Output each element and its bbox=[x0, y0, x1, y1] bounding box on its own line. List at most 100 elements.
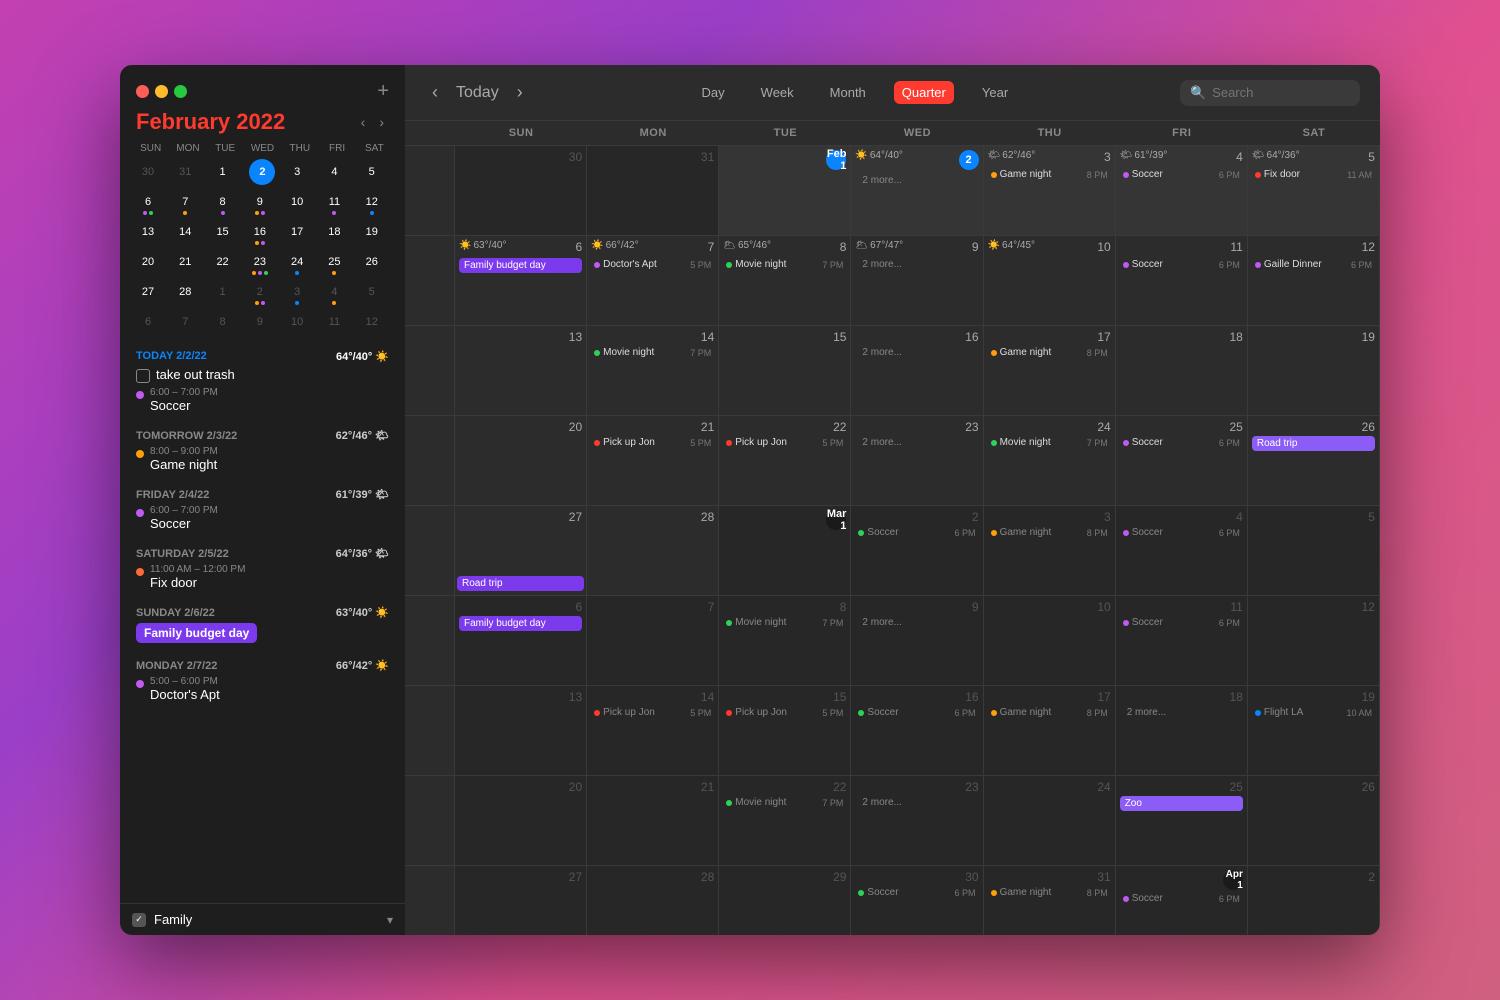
cal-event-docapt-feb7[interactable]: Doctor's Apt 5 PM bbox=[591, 258, 714, 271]
cal-cell-feb6[interactable]: ☀️63°/40° 6 Family budget day bbox=[455, 236, 587, 326]
cal-cell-mar16[interactable]: 16 Soccer 6 PM bbox=[851, 686, 983, 776]
cal-cell-mar3[interactable]: 3 Game night 8 PM bbox=[984, 506, 1116, 596]
cal-cell-feb14[interactable]: 14 Movie night 7 PM bbox=[587, 326, 719, 416]
cal-cell-feb28[interactable]: 28 bbox=[587, 506, 719, 596]
mini-cal-day[interactable]: 25 bbox=[318, 248, 350, 276]
cal-event-soccer-mar16[interactable]: Soccer 6 PM bbox=[855, 706, 978, 719]
family-check[interactable]: ✓ bbox=[132, 913, 146, 927]
family-chevron-icon[interactable]: ▾ bbox=[387, 913, 393, 927]
mini-cal-day[interactable]: 20 bbox=[132, 248, 164, 276]
cal-event-roadtrip-feb26[interactable]: Road trip bbox=[1252, 436, 1375, 451]
cal-event-more-feb23[interactable]: 2 more... bbox=[855, 436, 978, 449]
cal-event-soccer-mar4[interactable]: Soccer 6 PM bbox=[1120, 526, 1243, 539]
cal-cell-feb10[interactable]: ☀️64°/45° 10 bbox=[984, 236, 1116, 326]
mini-cal-day[interactable]: 19 bbox=[356, 218, 388, 246]
cal-event-soccer-mar30[interactable]: Soccer 6 PM bbox=[855, 886, 978, 899]
cal-event-soccer-mar2[interactable]: Soccer 6 PM bbox=[855, 526, 978, 539]
cal-cell-feb22[interactable]: 22 Pick up Jon 5 PM bbox=[719, 416, 851, 506]
mini-cal-day[interactable]: 18 bbox=[318, 218, 350, 246]
agenda-item-gamenight[interactable]: 8:00 – 9:00 PM Game night bbox=[132, 444, 393, 474]
cal-cell-mar11[interactable]: 11 Soccer 6 PM bbox=[1116, 596, 1248, 686]
cal-cell-apr2[interactable]: 2 bbox=[1248, 866, 1380, 935]
mini-cal-day[interactable]: 7 bbox=[169, 188, 201, 216]
cal-event-soccer-feb11[interactable]: Soccer 6 PM bbox=[1120, 258, 1243, 271]
cal-cell-jan31[interactable]: 31 bbox=[587, 146, 719, 236]
mini-cal-day[interactable]: 5 bbox=[356, 158, 388, 186]
agenda-item-doctor[interactable]: 5:00 – 6:00 PM Doctor's Apt bbox=[132, 674, 393, 704]
cal-next-button[interactable]: › bbox=[510, 79, 530, 106]
cal-event-soccer-feb25[interactable]: Soccer 6 PM bbox=[1120, 436, 1243, 449]
cal-event-pickupjon-feb22[interactable]: Pick up Jon 5 PM bbox=[723, 436, 846, 449]
cal-cell-mar25[interactable]: 25 Zoo bbox=[1116, 776, 1248, 866]
mini-cal-day[interactable]: 10 bbox=[281, 308, 313, 336]
mini-cal-day[interactable]: 23 bbox=[244, 248, 276, 276]
cal-cell-feb3[interactable]: 🌤62°/46° 3 Game night 8 PM bbox=[984, 146, 1116, 236]
cal-event-gailledinner-feb12[interactable]: Gaille Dinner 6 PM bbox=[1252, 258, 1375, 271]
sidebar-footer[interactable]: ✓ Family ▾ bbox=[120, 903, 405, 935]
cal-cell-feb7[interactable]: ☀️66°/42° 7 Doctor's Apt 5 PM bbox=[587, 236, 719, 326]
cal-cell-apr1[interactable]: Apr 1 Soccer 6 PM bbox=[1116, 866, 1248, 935]
today-button[interactable]: Today bbox=[449, 81, 506, 105]
cal-event-more-mar18[interactable]: 2 more... bbox=[1120, 706, 1243, 719]
view-year-button[interactable]: Year bbox=[974, 81, 1016, 104]
cal-cell-mar19[interactable]: 19 Flight LA 10 AM bbox=[1248, 686, 1380, 776]
mini-cal-day[interactable]: 28 bbox=[169, 278, 201, 306]
cal-cell-mar30[interactable]: 30 Soccer 6 PM bbox=[851, 866, 983, 935]
cal-event-movienight-mar22[interactable]: Movie night 7 PM bbox=[723, 796, 846, 809]
cal-cell-feb26[interactable]: 26 Road trip bbox=[1248, 416, 1380, 506]
cal-event-gamenight-feb3[interactable]: Game night 8 PM bbox=[988, 168, 1111, 181]
view-quarter-button[interactable]: Quarter bbox=[894, 81, 954, 104]
search-input[interactable] bbox=[1212, 85, 1342, 100]
agenda-item-trash[interactable]: take out trash bbox=[132, 365, 393, 385]
cal-event-pickupjon-feb21[interactable]: Pick up Jon 5 PM bbox=[591, 436, 714, 449]
cal-cell-jan30[interactable]: 30 bbox=[455, 146, 587, 236]
agenda-item-fixdoor[interactable]: 11:00 AM – 12:00 PM Fix door bbox=[132, 562, 393, 592]
cal-cell-feb21[interactable]: 21 Pick up Jon 5 PM bbox=[587, 416, 719, 506]
cal-cell-mar28[interactable]: 28 bbox=[587, 866, 719, 935]
cal-cell-mar31[interactable]: 31 Game night 8 PM bbox=[984, 866, 1116, 935]
cal-event-pickupjon-mar15[interactable]: Pick up Jon 5 PM bbox=[723, 706, 846, 719]
cal-event-soccer-feb4[interactable]: Soccer 6 PM bbox=[1120, 168, 1243, 181]
mini-cal-day[interactable]: 1 bbox=[207, 158, 239, 186]
cal-cell-feb16[interactable]: 16 2 more... bbox=[851, 326, 983, 416]
mini-cal-day[interactable]: 15 bbox=[207, 218, 239, 246]
cal-event-movienight-feb14[interactable]: Movie night 7 PM bbox=[591, 346, 714, 359]
todo-checkbox[interactable] bbox=[136, 369, 150, 383]
mini-cal-day[interactable]: 5 bbox=[356, 278, 388, 306]
mini-cal-day[interactable]: 6 bbox=[132, 308, 164, 336]
search-box[interactable]: 🔍 bbox=[1180, 80, 1360, 106]
cal-cell-feb2[interactable]: ☀️64°/40° 2 2 more... bbox=[851, 146, 983, 236]
cal-cell-feb15[interactable]: 15 bbox=[719, 326, 851, 416]
mini-cal-day[interactable]: 8 bbox=[207, 308, 239, 336]
cal-cell-feb18[interactable]: 18 bbox=[1116, 326, 1248, 416]
mini-cal-day[interactable]: 27 bbox=[132, 278, 164, 306]
cal-cell-feb1[interactable]: Feb 1 bbox=[719, 146, 851, 236]
mini-cal-day[interactable]: 6 bbox=[132, 188, 164, 216]
close-button[interactable] bbox=[136, 85, 149, 98]
cal-cell-mar9[interactable]: 9 2 more... bbox=[851, 596, 983, 686]
mini-cal-day[interactable]: 11 bbox=[318, 308, 350, 336]
mini-cal-day[interactable]: 8 bbox=[207, 188, 239, 216]
mini-cal-day[interactable]: 10 bbox=[281, 188, 313, 216]
mini-cal-day[interactable]: 9 bbox=[244, 188, 276, 216]
cal-cell-mar5[interactable]: 5 bbox=[1248, 506, 1380, 596]
mini-cal-day[interactable]: 7 bbox=[169, 308, 201, 336]
agenda-item-soccer-today[interactable]: 6:00 – 7:00 PM Soccer bbox=[132, 385, 393, 415]
cal-event-soccer-apr1[interactable]: Soccer 6 PM bbox=[1120, 892, 1243, 905]
cal-event-pickupjon-mar14[interactable]: Pick up Jon 5 PM bbox=[591, 706, 714, 719]
cal-cell-feb5[interactable]: 🌤64°/36° 5 Fix door 11 AM bbox=[1248, 146, 1380, 236]
cal-cell-feb12[interactable]: 12 Gaille Dinner 6 PM bbox=[1248, 236, 1380, 326]
cal-cell-mar23[interactable]: 23 2 more... bbox=[851, 776, 983, 866]
cal-cell-mar12[interactable]: 12 bbox=[1248, 596, 1380, 686]
cal-event-gamenight-mar3[interactable]: Game night 8 PM bbox=[988, 526, 1111, 539]
cal-cell-mar8[interactable]: 8 Movie night 7 PM bbox=[719, 596, 851, 686]
cal-event-roadtrip-feb27[interactable]: Road trip bbox=[457, 576, 584, 591]
cal-cell-mar6[interactable]: 6 Family budget day bbox=[455, 596, 587, 686]
view-week-button[interactable]: Week bbox=[753, 81, 802, 104]
cal-cell-feb20[interactable]: 20 bbox=[455, 416, 587, 506]
cal-cell-feb17[interactable]: 17 Game night 8 PM bbox=[984, 326, 1116, 416]
mini-cal-day[interactable]: 12 bbox=[356, 188, 388, 216]
cal-cell-mar14[interactable]: 14 Pick up Jon 5 PM bbox=[587, 686, 719, 776]
cal-event-more-feb9[interactable]: 2 more... bbox=[855, 258, 978, 271]
mini-cal-day[interactable]: 16 bbox=[244, 218, 276, 246]
